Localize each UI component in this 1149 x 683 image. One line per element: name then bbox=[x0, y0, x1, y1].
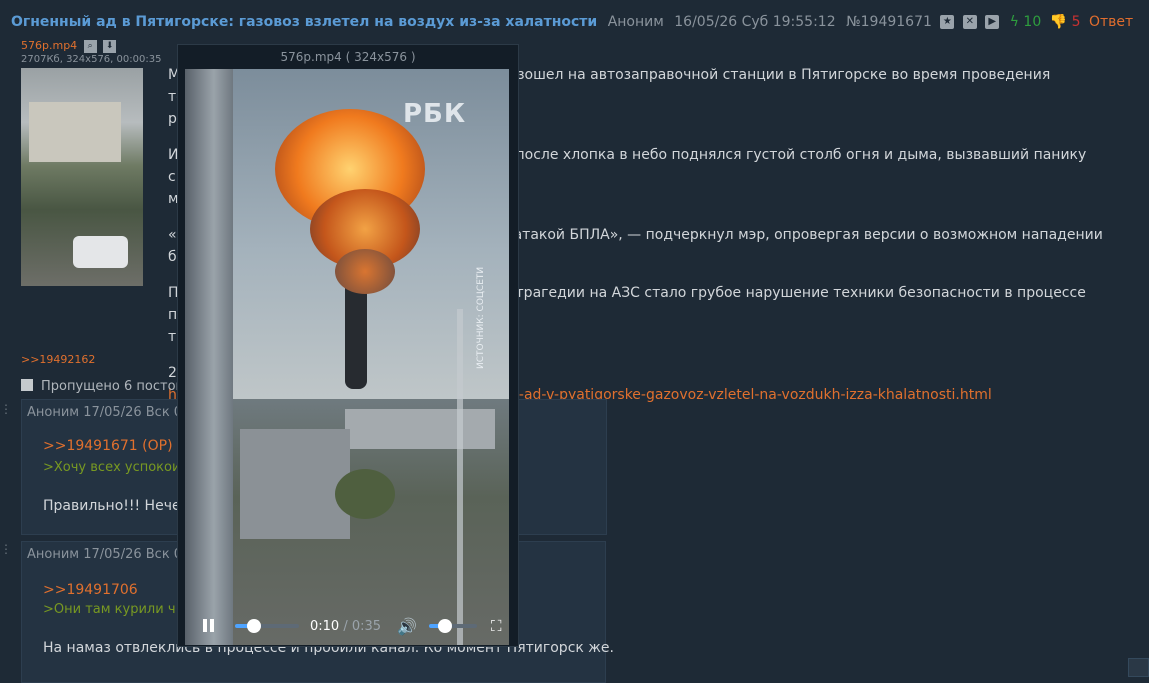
video-window-frame bbox=[185, 69, 233, 645]
video-tree bbox=[335, 469, 395, 519]
post-number[interactable]: №19491671 bbox=[846, 14, 932, 30]
post-author: Аноним bbox=[607, 14, 664, 30]
dislike-button[interactable]: 👎 5 bbox=[1050, 14, 1081, 30]
dislike-count: 5 bbox=[1071, 14, 1081, 30]
source-watermark: ИСТОЧНИК: СОЦСЕТИ bbox=[476, 266, 486, 369]
time-display: 0:10 / 0:35 bbox=[310, 619, 381, 634]
volume-knob[interactable] bbox=[437, 619, 452, 633]
like-button[interactable]: ϟ 10 bbox=[1010, 14, 1042, 30]
search-icon[interactable]: ⌕ bbox=[83, 39, 97, 53]
skipped-label: Пропущено 6 постов bbox=[41, 379, 184, 394]
volume-slider[interactable] bbox=[429, 619, 477, 633]
download-icon[interactable]: ⬇ bbox=[103, 39, 117, 53]
star-icon[interactable]: ★ bbox=[940, 15, 955, 29]
play-icon[interactable]: ▶ bbox=[985, 15, 1000, 29]
pause-icon[interactable] bbox=[203, 619, 215, 633]
reply-meta: Аноним 17/05/26 Вск 0 bbox=[27, 547, 183, 562]
time-separator: / bbox=[343, 618, 348, 634]
file-meta: 2707Кб, 324x576, 00:00:35 bbox=[21, 54, 162, 65]
expand-icon[interactable] bbox=[21, 379, 33, 391]
video-fireball bbox=[335, 249, 395, 294]
rbc-logo: РБК bbox=[403, 99, 467, 129]
text-fragment: атакой БПЛА», — подчеркнул мэр, опроверг… bbox=[513, 227, 1103, 243]
like-count: 10 bbox=[1023, 14, 1042, 30]
reply-text: Правильно!!! Нечег bbox=[43, 498, 188, 514]
thumbnail-car bbox=[73, 236, 128, 268]
thumbnail-building bbox=[29, 102, 121, 162]
file-name-link[interactable]: 576p.mp4 bbox=[21, 39, 77, 52]
more-icon[interactable]: ⋮ bbox=[0, 542, 12, 556]
post-datetime: 16/05/26 Суб 19:55:12 bbox=[674, 14, 836, 30]
thumbs-down-icon: 👎 bbox=[1049, 14, 1068, 30]
reply-ref-link[interactable]: >>19491671 (OP) bbox=[43, 438, 173, 454]
player-title: 576p.mp4 ( 324x576 ) bbox=[280, 50, 416, 64]
video-thumbnail[interactable] bbox=[21, 68, 143, 286]
reply-meta: Аноним 17/05/26 Вск 0 bbox=[27, 405, 183, 420]
skipped-posts[interactable]: Пропущено 6 постов bbox=[21, 379, 183, 394]
thread-header: Огненный ад в Пятигорске: газовоз взлете… bbox=[11, 14, 1133, 30]
text-fragment: т bbox=[168, 329, 177, 345]
more-icon[interactable]: ⋮ bbox=[0, 402, 12, 416]
hide-icon[interactable]: ✕ bbox=[962, 15, 977, 29]
seek-bar[interactable] bbox=[235, 619, 299, 633]
volume-icon[interactable]: 🔊 bbox=[397, 617, 417, 636]
text-fragment: « bbox=[168, 227, 177, 243]
reply-quote: >Они там курили ч bbox=[43, 602, 176, 617]
thread-title[interactable]: Огненный ад в Пятигорске: газовоз взлете… bbox=[11, 14, 597, 30]
reply-quote: >Хочу всех успокои bbox=[43, 460, 181, 475]
player-controls: 0:10 / 0:35 🔊 ⛶ bbox=[185, 608, 509, 644]
duration: 0:35 bbox=[351, 618, 382, 634]
text-fragment: б bbox=[168, 249, 177, 265]
scroll-corner-button[interactable] bbox=[1128, 658, 1149, 677]
current-time: 0:10 bbox=[310, 618, 340, 634]
backlink[interactable]: >>19492162 bbox=[21, 353, 95, 366]
text-fragment: р bbox=[168, 111, 177, 127]
video-frame[interactable]: РБК ИСТОЧНИК: СОЦСЕТИ bbox=[185, 69, 509, 645]
seek-knob[interactable] bbox=[246, 619, 261, 633]
video-player[interactable]: 576p.mp4 ( 324x576 ) РБК ИСТОЧНИК: СОЦСЕ… bbox=[177, 44, 519, 647]
reply-button[interactable]: Ответ bbox=[1089, 14, 1133, 30]
reply-ref-link[interactable]: >>19491706 bbox=[43, 582, 138, 598]
lightning-icon: ϟ bbox=[1009, 14, 1019, 30]
video-building bbox=[240, 429, 350, 539]
video-building bbox=[345, 409, 495, 449]
video-window-frame bbox=[457, 309, 463, 645]
file-info-row: 576p.mp4 ⌕ ⬇ bbox=[21, 39, 117, 53]
fullscreen-icon[interactable]: ⛶ bbox=[491, 617, 502, 635]
